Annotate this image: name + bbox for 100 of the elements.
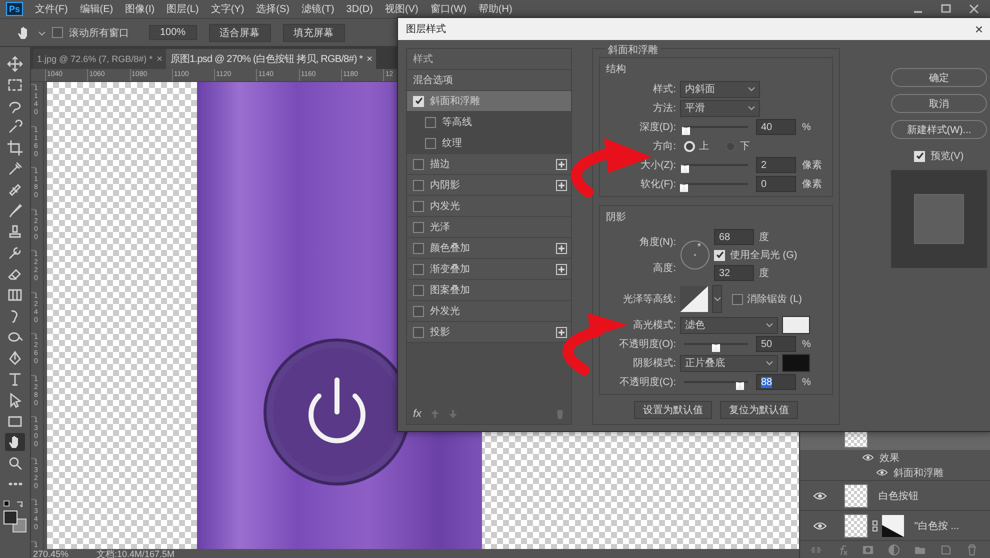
style-item[interactable]: 样式: [407, 49, 571, 70]
checkbox[interactable]: [732, 294, 743, 304]
radio-label: 上: [699, 140, 709, 153]
maximize-icon[interactable]: [940, 3, 952, 15]
slider-thumb[interactable]: [736, 382, 744, 390]
eye-icon[interactable]: [862, 454, 874, 461]
tool-icon[interactable]: [4, 433, 25, 451]
layer-row[interactable]: "白色按 ...: [800, 510, 990, 540]
menu-item[interactable]: 文件(F): [35, 2, 68, 16]
value-field[interactable]: 32: [714, 265, 754, 281]
default-button[interactable]: 复位为默认值: [720, 401, 798, 419]
dropdown[interactable]: 内斜面: [680, 80, 760, 98]
close-icon[interactable]: [968, 3, 980, 15]
slider-thumb[interactable]: [682, 127, 690, 135]
dialog-button[interactable]: 新建样式(W)...: [891, 120, 987, 139]
add-icon[interactable]: [556, 264, 567, 274]
dialog-button[interactable]: 确定: [891, 68, 987, 87]
menu-item[interactable]: 窗口(W): [430, 2, 466, 16]
menu-item[interactable]: 滤镜(T): [302, 2, 334, 16]
style-item[interactable]: 颜色叠加: [407, 238, 571, 259]
menu-item[interactable]: 图层(L): [166, 2, 199, 16]
document-tab[interactable]: 原图1.psd @ 270% (白色按钮 拷贝, RGB/8#) * ×: [166, 49, 376, 69]
close-button[interactable]: ×: [974, 21, 983, 37]
slider-thumb[interactable]: [680, 165, 689, 173]
style-item[interactable]: 混合选项: [407, 70, 571, 91]
value-field[interactable]: 88: [756, 374, 796, 390]
style-item[interactable]: 投影: [407, 322, 571, 343]
checkbox[interactable]: [413, 180, 424, 190]
field-label: 软化(F):: [639, 178, 676, 191]
checkbox[interactable]: [413, 200, 424, 212]
add-icon[interactable]: [556, 326, 567, 338]
style-item[interactable]: 图案叠加: [407, 280, 571, 301]
caret-icon[interactable]: [38, 28, 46, 36]
style-item[interactable]: 内阴影: [407, 175, 571, 196]
style-item[interactable]: 内发光: [407, 196, 571, 217]
add-icon[interactable]: [556, 242, 567, 254]
checkbox[interactable]: [413, 158, 424, 170]
radio-label: 下: [740, 140, 750, 153]
color-swatch[interactable]: [782, 354, 810, 372]
menu-item[interactable]: 3D(D): [346, 4, 373, 14]
checkbox[interactable]: [425, 116, 436, 128]
slider-thumb[interactable]: [680, 184, 688, 192]
checkbox[interactable]: [413, 264, 424, 274]
checkbox[interactable]: [413, 284, 424, 296]
value-field[interactable]: 2: [756, 157, 796, 173]
checkbox[interactable]: [413, 242, 424, 254]
add-icon[interactable]: [556, 180, 567, 190]
style-item[interactable]: 渐变叠加: [407, 259, 571, 280]
field-label: 阴影模式:: [632, 356, 676, 370]
contour-preview-icon[interactable]: [680, 286, 708, 312]
style-item[interactable]: 描边: [407, 154, 571, 175]
dropdown[interactable]: 滤色: [680, 316, 778, 334]
style-item[interactable]: 等高线: [407, 112, 571, 133]
layer-row[interactable]: 白色按钮: [800, 480, 990, 510]
contour-dropdown[interactable]: [712, 285, 722, 313]
eye-icon[interactable]: [876, 469, 888, 476]
color-swatch[interactable]: [782, 316, 810, 334]
menu-item[interactable]: 视图(V): [384, 2, 418, 16]
add-icon[interactable]: [556, 158, 567, 170]
menu-item[interactable]: 图像(I): [125, 2, 155, 16]
menu-item[interactable]: 选择(S): [256, 2, 290, 16]
value-field[interactable]: 68: [714, 229, 754, 245]
style-item[interactable]: 斜面和浮雕: [407, 91, 571, 112]
eye-icon[interactable]: [813, 522, 828, 530]
dialog-button[interactable]: 取消: [891, 94, 987, 113]
value-field[interactable]: 50: [756, 336, 796, 352]
tool-icon[interactable]: [4, 139, 25, 157]
menu-item[interactable]: 文字(Y): [210, 2, 244, 16]
fx-button[interactable]: fx: [413, 408, 422, 420]
dropdown[interactable]: 正片叠底: [680, 354, 778, 372]
document-tab[interactable]: 1.jpg @ 72.6% (7, RGB/8#) * ×: [32, 49, 166, 69]
style-item[interactable]: 外发光: [407, 301, 571, 322]
checkbox[interactable]: [413, 326, 424, 338]
caret-icon: [748, 106, 755, 110]
dialog-title: 图层样式: [406, 22, 446, 36]
zoom-option-button[interactable]: 填充屏幕: [282, 24, 345, 42]
style-item[interactable]: 纹理: [407, 133, 571, 154]
value-field[interactable]: 0: [756, 176, 796, 192]
dropdown[interactable]: 平滑: [680, 100, 760, 116]
checkbox[interactable]: [413, 222, 424, 232]
style-item[interactable]: 光泽: [407, 217, 571, 238]
slider-thumb[interactable]: [712, 344, 720, 352]
zoom-option-button[interactable]: 100%: [149, 25, 197, 40]
tool-icon[interactable]: [4, 55, 25, 73]
default-button[interactable]: 设置为默认值: [634, 401, 712, 419]
eye-icon[interactable]: [813, 492, 828, 500]
field-label: 角度(N):: [639, 236, 676, 249]
menu-item[interactable]: 编辑(E): [80, 2, 114, 16]
checkbox[interactable]: [413, 306, 424, 316]
zoom-option-button[interactable]: 适合屏幕: [208, 24, 271, 42]
style-label: 颜色叠加: [430, 242, 471, 255]
checkbox[interactable]: [425, 138, 436, 148]
field-label: 不透明度(O):: [618, 338, 676, 351]
value-field[interactable]: 40: [756, 119, 796, 135]
caret-icon: [714, 296, 720, 302]
menu-item[interactable]: 帮助(H): [478, 2, 512, 16]
field-label: 大小(Z):: [639, 158, 676, 172]
field-label: 方向:: [652, 140, 676, 153]
style-label: 外发光: [430, 304, 461, 318]
checkbox[interactable]: [52, 27, 63, 38]
